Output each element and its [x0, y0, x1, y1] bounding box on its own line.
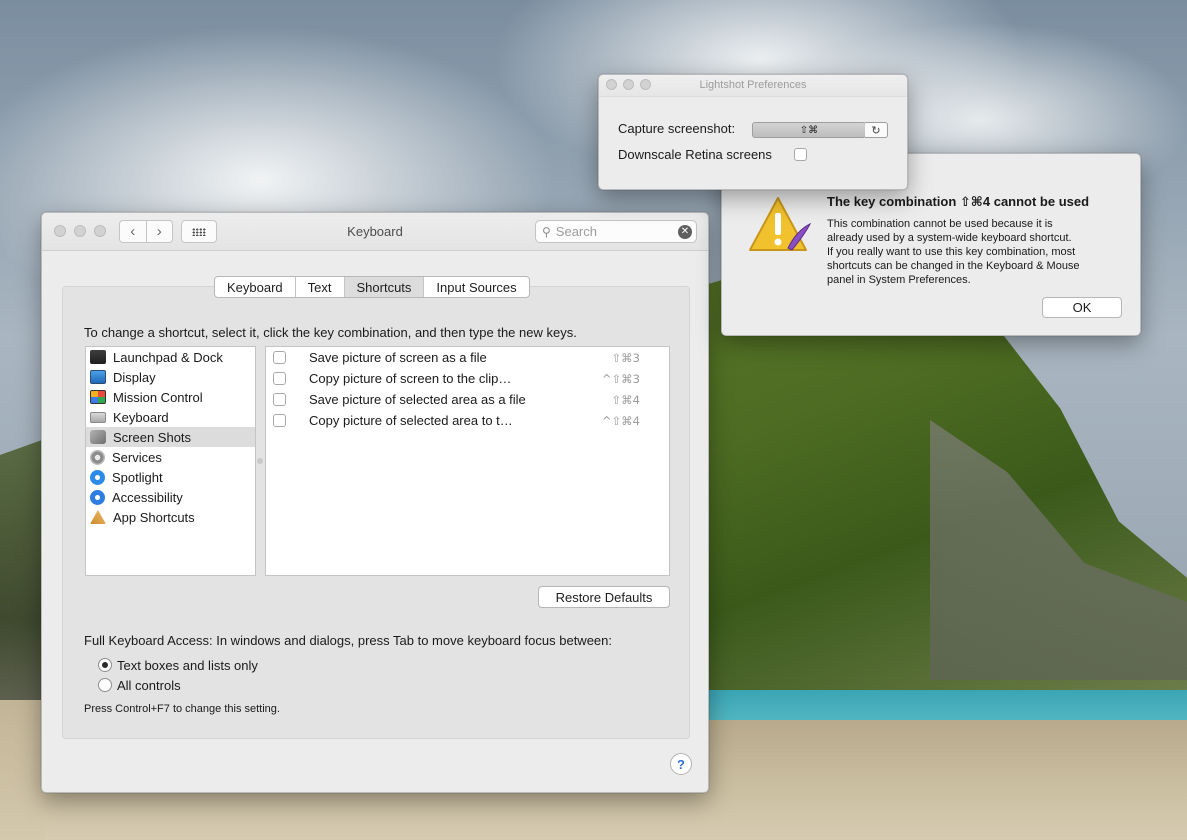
- full-keyboard-access-label: Full Keyboard Access: In windows and dia…: [84, 633, 612, 648]
- clear-search-icon[interactable]: ✕: [678, 225, 692, 239]
- category-item-launchpad-dock[interactable]: Launchpad & Dock: [86, 347, 255, 367]
- tab-shortcuts[interactable]: Shortcuts: [343, 277, 424, 297]
- launchpad-icon: [90, 350, 106, 364]
- search-icon: ⚲: [542, 224, 551, 239]
- category-label: Spotlight: [112, 469, 163, 485]
- shortcut-label: Copy picture of screen to the clip…: [309, 371, 512, 386]
- category-label: Keyboard: [113, 409, 169, 425]
- shortcut-row[interactable]: Save picture of selected area as a file …: [266, 389, 669, 410]
- alert-message-line: If you really want to use this key combi…: [827, 246, 1076, 258]
- downscale-retina-label: Downscale Retina screens: [618, 147, 772, 162]
- shortcut-list: Save picture of screen as a file ⇧⌘3 Cop…: [265, 346, 670, 576]
- category-label: Accessibility: [112, 489, 183, 505]
- shortcut-enable-checkbox[interactable]: [273, 372, 286, 385]
- preference-tabs: Keyboard Text Shortcuts Input Sources: [214, 276, 530, 298]
- alert-message-line: shortcuts can be changed in the Keyboard…: [827, 260, 1080, 272]
- shortcut-keys[interactable]: ⇧⌘4: [612, 393, 640, 407]
- lightshot-preferences-window: Lightshot Preferences Capture screenshot…: [598, 74, 908, 190]
- shortcut-instruction: To change a shortcut, select it, click t…: [84, 325, 577, 340]
- shortcut-label: Copy picture of selected area to t…: [309, 413, 513, 428]
- category-label: Screen Shots: [113, 429, 192, 445]
- alert-title: The key combination ⇧⌘4 cannot be used: [827, 194, 1090, 209]
- radio-text-boxes-lists[interactable]: Text boxes and lists only: [98, 656, 258, 674]
- services-icon: [90, 449, 105, 465]
- accessibility-icon: [90, 489, 105, 505]
- help-button[interactable]: ?: [670, 753, 692, 775]
- category-item-display[interactable]: Display: [86, 367, 255, 387]
- shortcut-row[interactable]: Copy picture of selected area to t… ^⇧⌘4: [266, 410, 669, 431]
- shortcut-enable-checkbox[interactable]: [273, 414, 286, 427]
- spotlight-icon: [90, 469, 105, 485]
- alert-message-line: This combination cannot be used because …: [827, 218, 1053, 230]
- keyboard-preferences-window: ‹ › Keyboard ⚲ ✕ Keyboard Text Shortcuts…: [41, 212, 709, 793]
- warning-icon: [749, 197, 812, 251]
- capture-screenshot-label: Capture screenshot:: [618, 121, 736, 136]
- radio-label: All controls: [117, 677, 181, 693]
- category-item-app-shortcuts[interactable]: App Shortcuts: [86, 507, 255, 527]
- shortcut-row[interactable]: Save picture of screen as a file ⇧⌘3: [266, 347, 669, 368]
- keyboard-window-titlebar[interactable]: ‹ › Keyboard ⚲ ✕: [42, 213, 708, 251]
- shortcut-keys[interactable]: ^⇧⌘4: [602, 414, 640, 428]
- category-label: Services: [112, 449, 162, 465]
- shortcut-enable-checkbox[interactable]: [273, 351, 286, 364]
- capture-shortcut-field[interactable]: ⇧⌘: [752, 122, 866, 138]
- shortcut-label: Save picture of screen as a file: [309, 350, 487, 365]
- shortcut-enable-checkbox[interactable]: [273, 393, 286, 406]
- screenshots-icon: [90, 430, 106, 444]
- alert-message-line: panel in System Preferences.: [827, 274, 971, 286]
- restore-defaults-button[interactable]: Restore Defaults: [538, 586, 670, 608]
- reset-icon: ↻: [871, 124, 881, 137]
- radio-all-controls[interactable]: All controls: [98, 676, 181, 694]
- category-item-screen-shots[interactable]: Screen Shots: [86, 427, 255, 447]
- category-item-accessibility[interactable]: Accessibility: [86, 487, 255, 507]
- tab-keyboard[interactable]: Keyboard: [215, 277, 295, 297]
- reset-shortcut-button[interactable]: ↻: [865, 122, 888, 138]
- category-label: Mission Control: [113, 389, 203, 405]
- app-shortcuts-icon: [90, 510, 106, 524]
- radio-button-selected[interactable]: [98, 658, 112, 672]
- mission-control-icon: [90, 390, 106, 404]
- shortcut-category-list: Launchpad & Dock Display Mission Control…: [85, 346, 256, 576]
- category-label: App Shortcuts: [113, 509, 195, 525]
- category-item-spotlight[interactable]: Spotlight: [86, 467, 255, 487]
- split-view-handle[interactable]: [257, 458, 263, 464]
- tab-text[interactable]: Text: [294, 277, 344, 297]
- shortcut-keys[interactable]: ⇧⌘3: [612, 351, 640, 365]
- alert-message-line: already used by a system-wide keyboard s…: [827, 232, 1072, 244]
- shortcut-row[interactable]: Copy picture of screen to the clip… ^⇧⌘3: [266, 368, 669, 389]
- category-label: Launchpad & Dock: [113, 349, 223, 365]
- search-input[interactable]: [555, 224, 676, 239]
- tab-input-sources[interactable]: Input Sources: [423, 277, 528, 297]
- alert-message: This combination cannot be used because …: [827, 217, 1127, 287]
- shortcut-label: Save picture of selected area as a file: [309, 392, 526, 407]
- category-label: Display: [113, 369, 156, 385]
- radio-label: Text boxes and lists only: [117, 657, 258, 673]
- category-item-mission-control[interactable]: Mission Control: [86, 387, 255, 407]
- keyboard-icon: [90, 411, 106, 423]
- radio-button[interactable]: [98, 678, 112, 692]
- control-f7-hint: Press Control+F7 to change this setting.: [84, 703, 280, 715]
- ok-button[interactable]: OK: [1042, 297, 1122, 318]
- search-field[interactable]: ⚲ ✕: [535, 220, 697, 243]
- wallpaper-beach-left: [0, 700, 45, 840]
- downscale-retina-checkbox[interactable]: [794, 148, 807, 161]
- category-item-keyboard[interactable]: Keyboard: [86, 407, 255, 427]
- help-icon: ?: [677, 756, 685, 772]
- lightshot-titlebar[interactable]: Lightshot Preferences: [599, 75, 907, 97]
- window-title: Lightshot Preferences: [699, 79, 807, 91]
- display-icon: [90, 370, 106, 384]
- category-item-services[interactable]: Services: [86, 447, 255, 467]
- shortcut-keys[interactable]: ^⇧⌘3: [602, 372, 640, 386]
